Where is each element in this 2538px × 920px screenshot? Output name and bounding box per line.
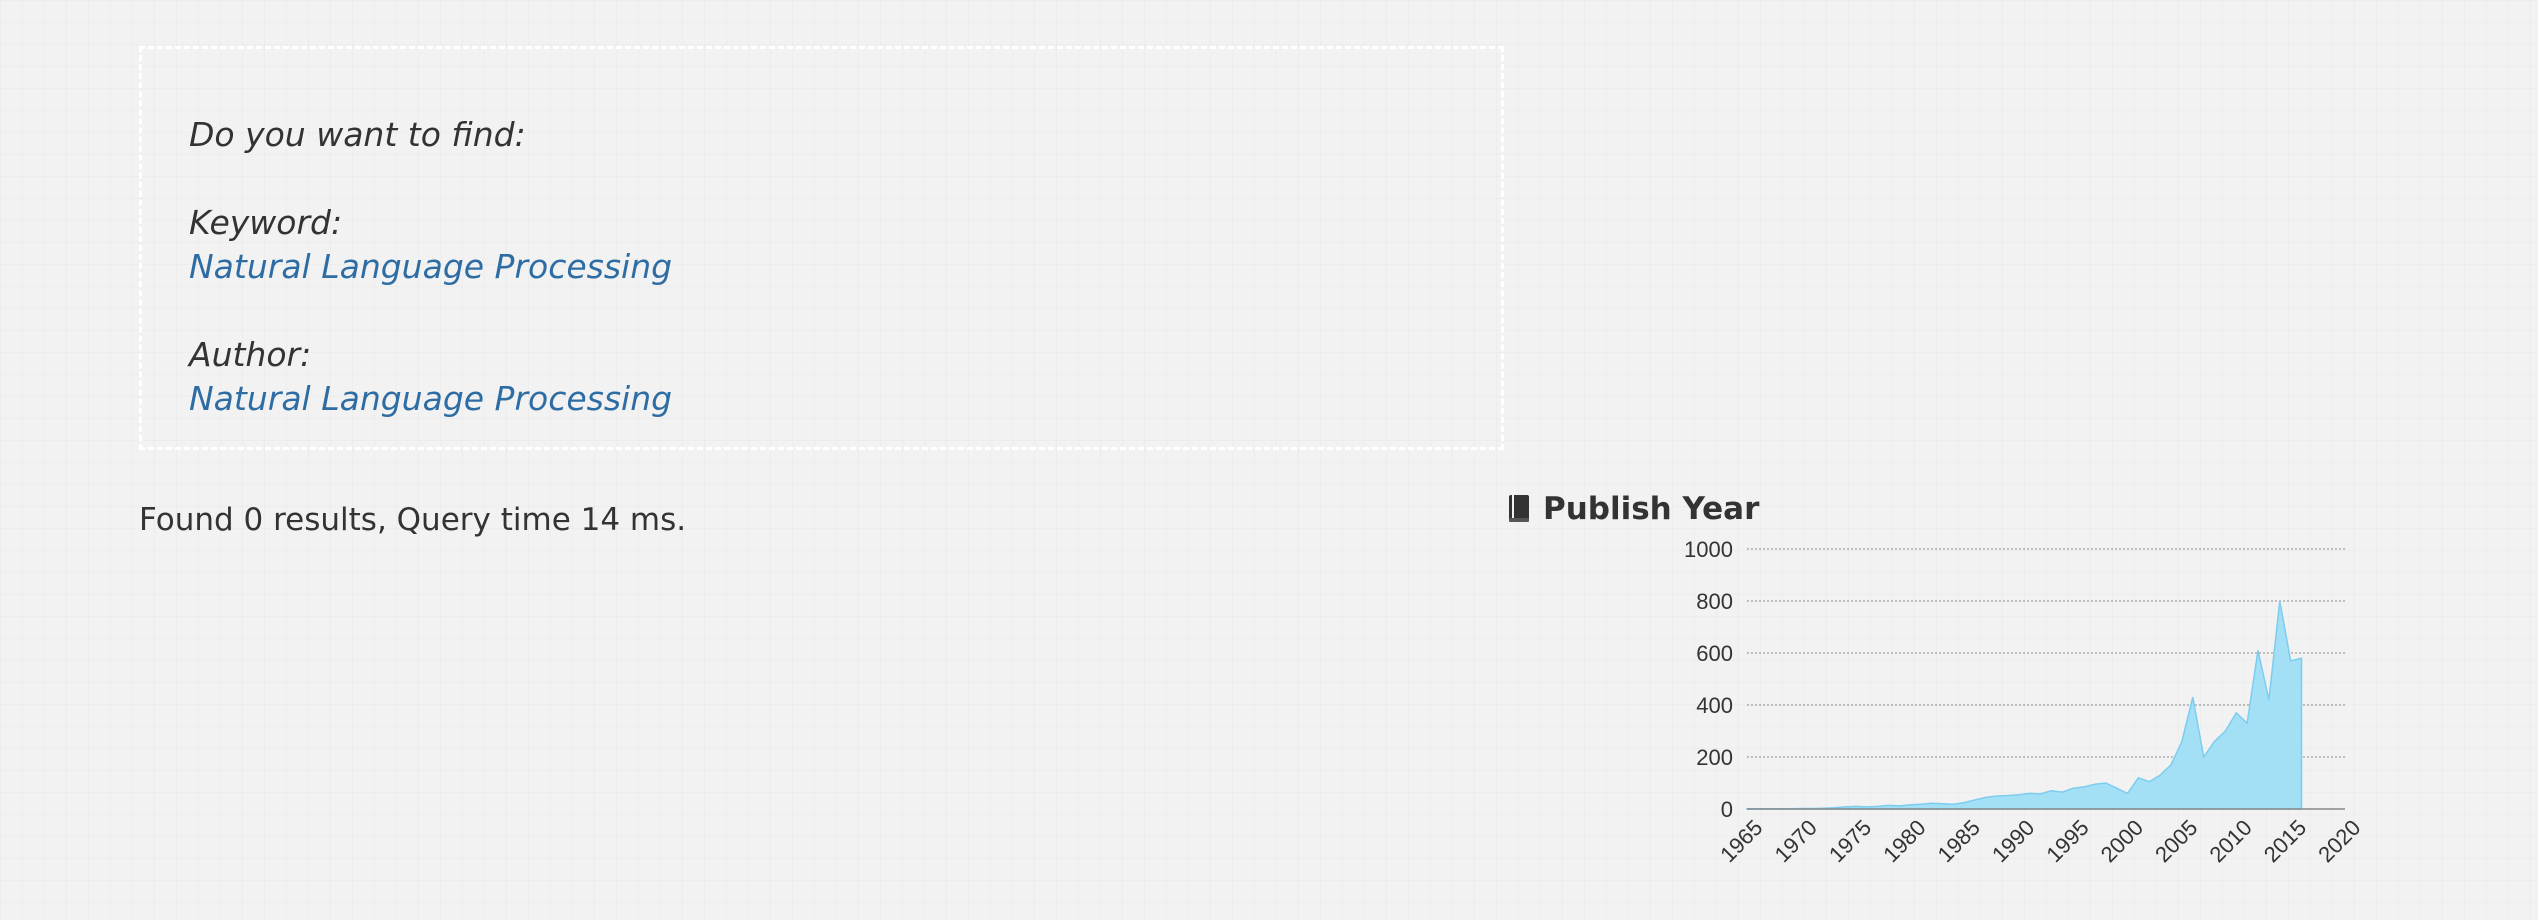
keyword-suggestion-link[interactable]: Natural Language Processing <box>189 245 1501 289</box>
did-you-mean-box: Do you want to find: Keyword: Natural La… <box>139 46 1504 450</box>
author-suggestion-link[interactable]: Natural Language Processing <box>189 377 1501 421</box>
x-tick-label: 2010 <box>2204 815 2256 867</box>
y-tick-label: 0 <box>1721 797 1733 822</box>
x-tick-label: 2005 <box>2150 815 2202 867</box>
y-tick-label: 400 <box>1696 693 1733 718</box>
author-label: Author: <box>189 335 312 374</box>
x-tick-label: 2015 <box>2259 815 2311 867</box>
x-tick-label: 1995 <box>2041 815 2093 867</box>
y-tick-label: 1000 <box>1684 537 1733 562</box>
y-tick-label: 200 <box>1696 745 1733 770</box>
keyword-label: Keyword: <box>189 203 343 242</box>
x-tick-label: 1980 <box>1878 815 1930 867</box>
y-tick-label: 600 <box>1696 641 1733 666</box>
x-tick-label: 2020 <box>2313 815 2365 867</box>
result-summary: Found 0 results, Query time 14 ms. <box>139 502 687 538</box>
x-tick-label: 1965 <box>1715 815 1767 867</box>
x-tick-label: 1985 <box>1933 815 1985 867</box>
publish-year-chart: 020040060080010001965 1970 1975 1980 1985 199… <box>1684 537 2365 867</box>
x-tick-label: 1990 <box>1987 815 2039 867</box>
x-tick-label: 2000 <box>2096 815 2148 867</box>
x-tick-label: 1970 <box>1770 815 1822 867</box>
x-tick-label: 1975 <box>1824 815 1876 867</box>
book-icon <box>1509 495 1529 522</box>
suggestion-heading: Do you want to find: <box>189 115 526 154</box>
y-tick-label: 800 <box>1696 589 1733 614</box>
